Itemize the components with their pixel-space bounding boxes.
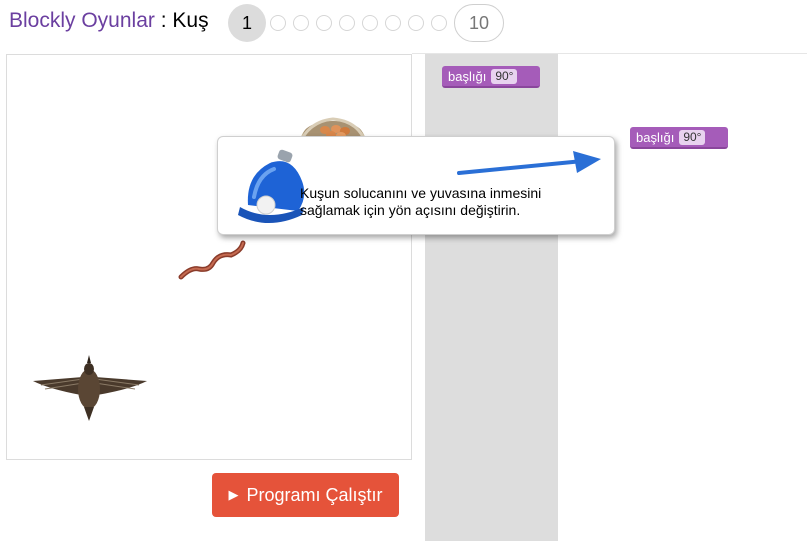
app-title-link[interactable]: Blockly Oyunlar [9,9,155,32]
level-8-dot[interactable] [408,15,424,31]
game-name: Kuş [172,9,209,32]
hint-text: Kuşun solucanını ve yuvasına inmesini sa… [300,185,600,219]
level-6-dot[interactable] [362,15,378,31]
level-4-dot[interactable] [316,15,332,31]
run-program-button[interactable]: ▶ Programı Çalıştır [212,473,399,517]
arrow-icon [457,151,601,175]
page-title: Blockly Oyunlar : Kuş [9,9,209,33]
header: Blockly Oyunlar : Kuş 1 10 [0,0,807,48]
block-label: başlığı [448,68,487,84]
play-icon: ▶ [228,487,239,502]
bell-icon [238,149,305,223]
title-separator: : [160,9,167,32]
level-1-button[interactable]: 1 [228,4,266,42]
level-2-dot[interactable] [270,15,286,31]
hint-line-2: sağlamak için yön açısını değiştirin. [300,202,521,218]
block-label: başlığı [636,129,675,145]
toolbox-heading-block[interactable]: başlığı 90° [442,66,540,88]
angle-field[interactable]: 90° [679,129,706,145]
level-progress: 1 10 [228,4,504,42]
level-7-dot[interactable] [385,15,401,31]
run-button-label: Programı Çalıştır [246,484,383,505]
hint-line-1: Kuşun solucanını ve yuvasına inmesini [300,185,542,201]
angle-field[interactable]: 90° [491,68,518,84]
worm-icon [178,240,246,280]
level-5-dot[interactable] [339,15,355,31]
level-10-button[interactable]: 10 [454,4,504,42]
bird-icon [33,355,147,421]
level-9-dot[interactable] [431,15,447,31]
workspace-heading-block[interactable]: başlığı 90° [630,127,728,149]
game-scene [33,117,365,421]
game-visualization [6,54,412,460]
toolbox [425,54,558,541]
level-3-dot[interactable] [293,15,309,31]
hint-bubble: Kuşun solucanını ve yuvasına inmesini sa… [217,136,615,235]
